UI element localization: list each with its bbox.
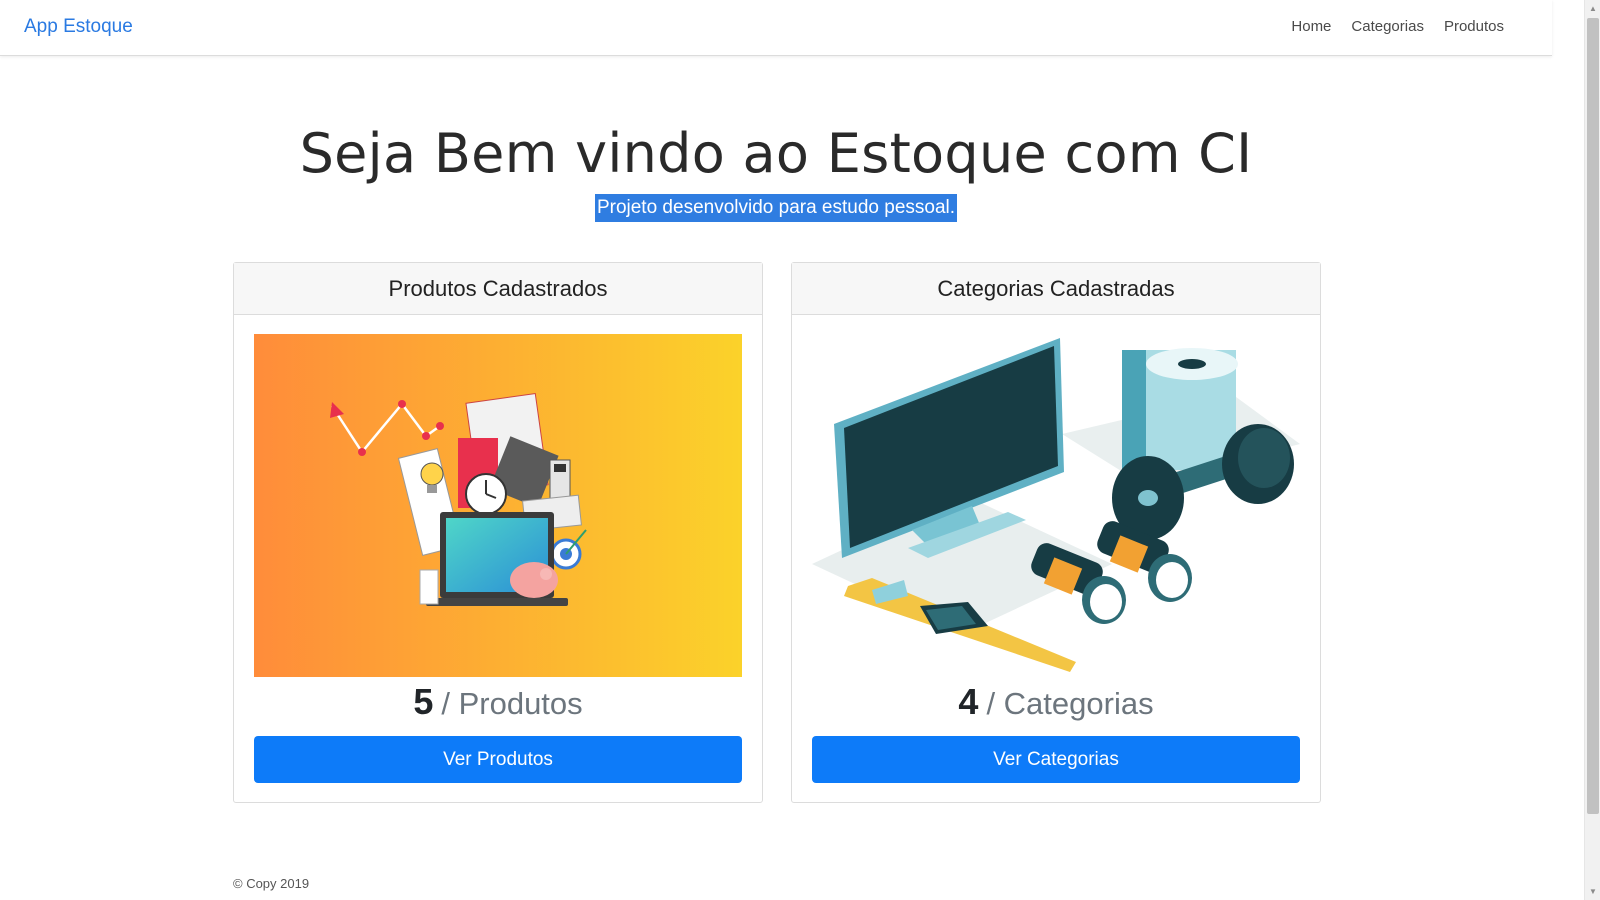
scroll-thumb[interactable]	[1587, 18, 1599, 814]
page-title: Seja Bem vindo ao Estoque com CI	[299, 122, 1253, 185]
nav-produtos-link[interactable]: Produtos	[1444, 18, 1504, 35]
categorias-count: 4/ Categorias	[792, 681, 1320, 723]
footer-text: © Copy 2019	[233, 876, 310, 891]
products-categories-illustration-icon	[812, 334, 1300, 677]
brand-link[interactable]: App Estoque	[24, 16, 133, 38]
ver-produtos-button[interactable]: Ver Produtos	[254, 736, 742, 783]
page-subtitle: Projeto desenvolvido para estudo pessoal…	[594, 194, 958, 222]
nav-categorias-link[interactable]: Categorias	[1351, 18, 1424, 35]
categorias-count-number: 4	[958, 681, 979, 722]
ver-categorias-button[interactable]: Ver Categorias	[812, 736, 1300, 783]
subtitle-wrapper: Projeto desenvolvido para estudo pessoal…	[0, 194, 1552, 222]
card-header-categorias: Categorias Cadastradas	[792, 263, 1320, 315]
categorias-card: Categorias Cadastradas 4 / Categorias Ve…	[791, 262, 1321, 803]
scroll-down-arrow-icon[interactable]: ▼	[1588, 887, 1598, 896]
nav-links: Home Categorias Produtos	[1291, 18, 1504, 35]
produtos-count-label: / Produtos	[441, 686, 583, 721]
card-header-produtos: Produtos Cadastrados	[234, 263, 762, 315]
office-supplies-illustration-icon	[254, 334, 742, 677]
vertical-scrollbar[interactable]: ▲ ▼	[1584, 0, 1600, 900]
categorias-count-label: / Categorias	[986, 686, 1154, 721]
produtos-card: Produtos Cadastrados 5 / Produtos Ver Pr…	[233, 262, 763, 803]
produtos-count-number: 5	[413, 681, 434, 722]
scroll-up-arrow-icon[interactable]: ▲	[1588, 4, 1598, 13]
produtos-count: 5/ Produtos	[234, 681, 762, 723]
nav-home-link[interactable]: Home	[1291, 18, 1331, 35]
navbar: App Estoque Home Categorias Produtos	[0, 0, 1552, 56]
